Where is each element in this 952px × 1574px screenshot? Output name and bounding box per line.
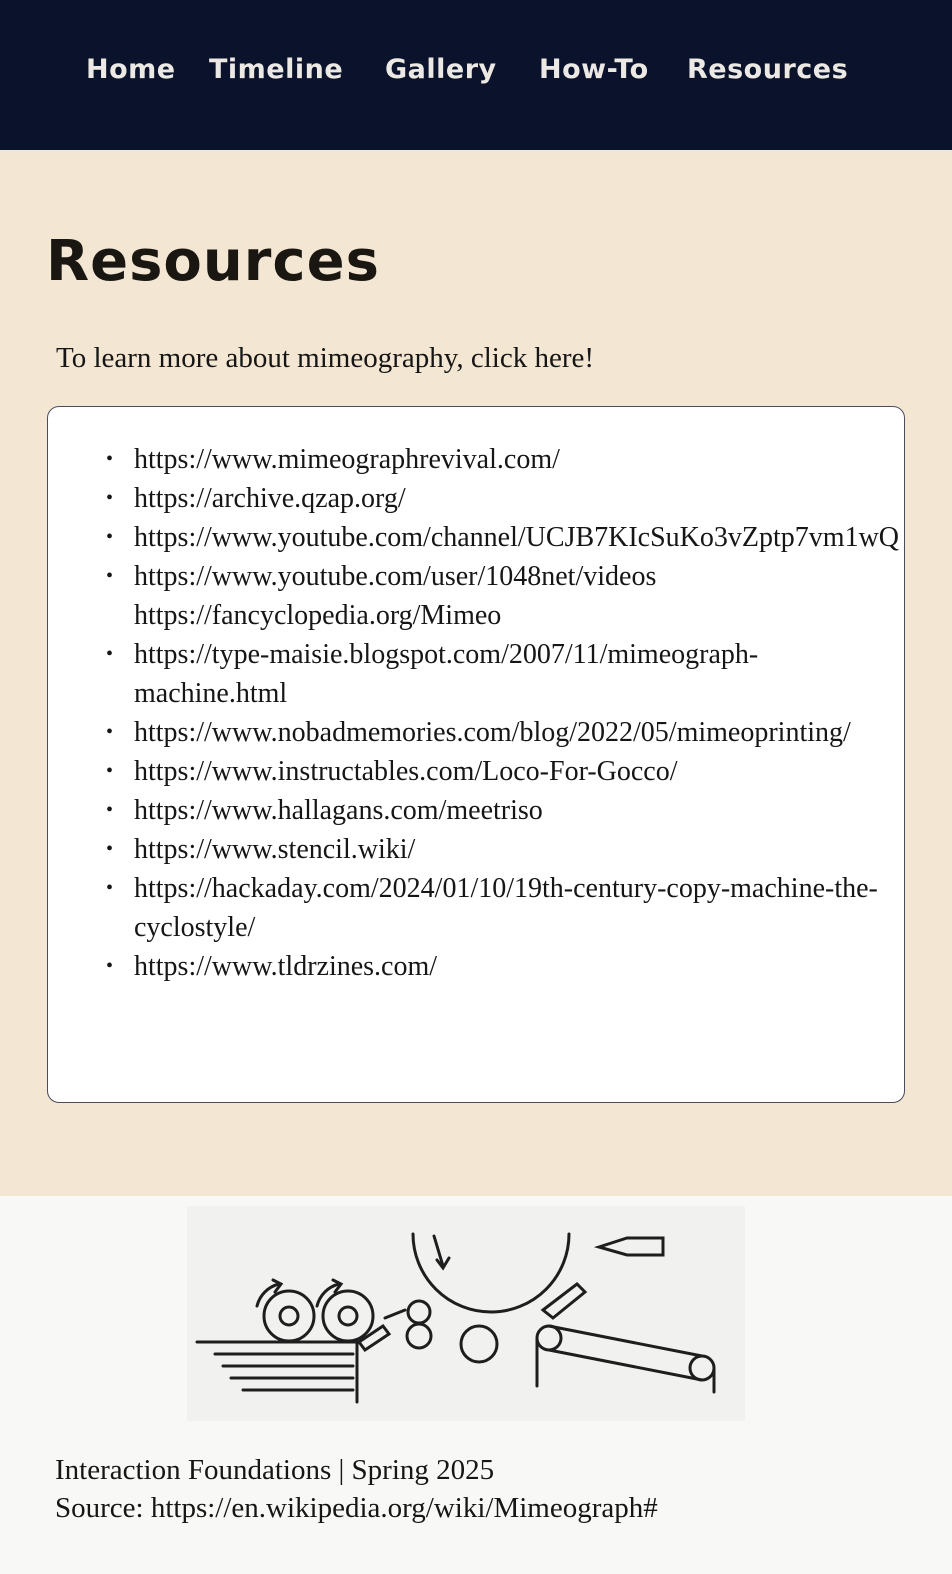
bullet-icon: •: [106, 487, 114, 509]
nav-gallery-link[interactable]: Gallery: [385, 50, 497, 90]
footer-source-text: Source: https://en.wikipedia.org/wiki/Mi…: [55, 1492, 658, 1524]
resource-list-item: • https://www.stencil.wiki/: [106, 830, 904, 869]
bullet-icon: •: [106, 877, 114, 899]
nav-resources-link[interactable]: Resources: [687, 50, 848, 90]
bullet-icon: •: [106, 799, 114, 821]
resource-list-item: • https://archive.qzap.org/: [106, 479, 904, 518]
bullet-icon: •: [106, 526, 114, 548]
resource-list-item: • https://www.hallagans.com/meetriso: [106, 791, 904, 830]
resource-link[interactable]: https://www.tldrzines.com/: [134, 951, 437, 982]
resource-link[interactable]: https://hackaday.com/2024/01/10/19th-cen…: [134, 873, 878, 943]
resource-list-item: • https://www.youtube.com/channel/UCJB7KI…: [106, 518, 904, 557]
top-navigation: Home Timeline Gallery How-To Resources: [0, 0, 952, 150]
resource-list-item: • https://www.nobadmemories.com/blog/2022…: [106, 713, 904, 752]
bullet-icon: •: [106, 565, 114, 587]
bullet-icon: •: [106, 448, 114, 470]
intro-link[interactable]: To learn more about mimeography, click h…: [56, 342, 594, 374]
resource-link[interactable]: https://www.hallagans.com/meetriso: [134, 795, 543, 826]
resource-link[interactable]: https://www.stencil.wiki/: [134, 834, 415, 865]
resource-link[interactable]: https://www.mimeographrevival.com/: [134, 444, 560, 475]
resource-list-item: • https://type-maisie.blogspot.com/2007/1…: [106, 635, 904, 713]
resource-list: • https://www.mimeographrevival.com/ • htt…: [106, 440, 904, 986]
page-title: Resources: [46, 229, 380, 294]
nav-home-link[interactable]: Home: [86, 50, 176, 90]
resource-list-item: • https://www.youtube.com/user/1048net/vi…: [106, 557, 904, 635]
resource-list-item: • https://www.mimeographrevival.com/: [106, 440, 904, 479]
resource-link[interactable]: https://www.nobadmemories.com/blog/2022/…: [134, 717, 851, 748]
footer: Interaction Foundations | Spring 2025 So…: [0, 1196, 952, 1574]
bullet-icon: •: [106, 838, 114, 860]
resource-link[interactable]: https://www.youtube.com/channel/UCJB7KIc…: [134, 522, 899, 553]
resource-link[interactable]: https://www.youtube.com/user/1048net/vid…: [134, 561, 656, 631]
footer-course-text: Interaction Foundations | Spring 2025: [55, 1454, 495, 1486]
nav-how-to-link[interactable]: How-To: [539, 50, 649, 90]
bullet-icon: •: [106, 760, 114, 782]
bullet-icon: •: [106, 955, 114, 977]
resource-link[interactable]: https://type-maisie.blogspot.com/2007/11…: [134, 639, 758, 709]
resource-list-item: • https://hackaday.com/2024/01/10/19th-ce…: [106, 869, 904, 947]
bullet-icon: •: [106, 721, 114, 743]
resource-list-item: • https://www.tldrzines.com/: [106, 947, 904, 986]
resource-link[interactable]: https://archive.qzap.org/: [134, 483, 406, 514]
intro-text: To learn more about mimeography, click h…: [56, 336, 594, 380]
bullet-icon: •: [106, 643, 114, 665]
resource-link[interactable]: https://www.instructables.com/Loco-For-G…: [134, 756, 678, 787]
nav-timeline-link[interactable]: Timeline: [209, 50, 343, 90]
mimeograph-diagram-illustration: [187, 1206, 745, 1421]
resource-list-item: • https://www.instructables.com/Loco-For-…: [106, 752, 904, 791]
resource-card: • https://www.mimeographrevival.com/ • htt…: [47, 406, 905, 1103]
